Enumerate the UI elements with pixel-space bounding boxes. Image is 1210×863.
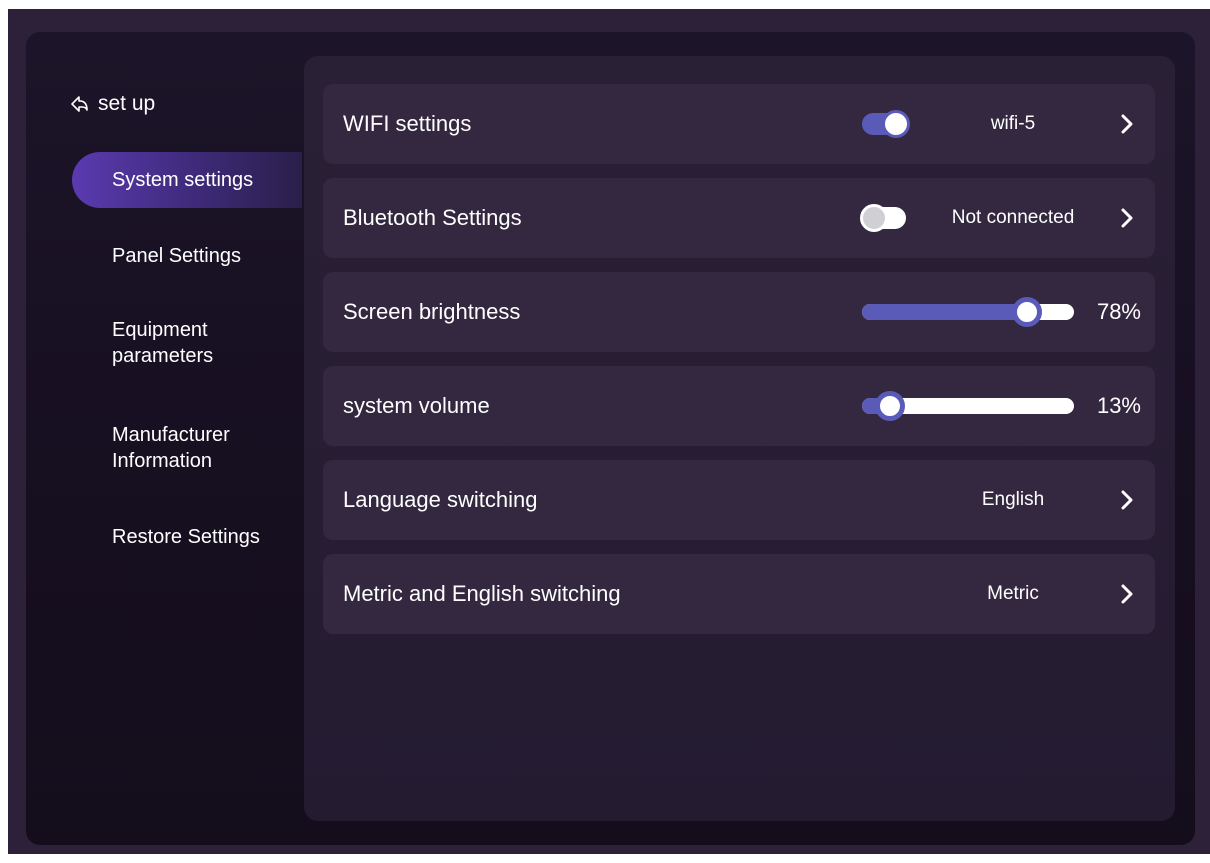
sidebar-item-panel-settings[interactable]: Panel Settings xyxy=(26,243,306,273)
volume-percent: 13% xyxy=(1096,393,1141,418)
sidebar-item-restore-settings[interactable]: Restore Settings xyxy=(26,524,306,554)
bluetooth-settings-row[interactable]: Bluetooth Settings Not connected xyxy=(323,178,1155,258)
unit-value: Metric xyxy=(987,583,1039,604)
chevron-right-icon[interactable] xyxy=(1117,488,1137,512)
sidebar-item-label: Equipment parameters xyxy=(112,319,214,367)
screen-brightness-row: Screen brightness 78% xyxy=(323,272,1155,352)
bluetooth-toggle[interactable] xyxy=(860,204,906,232)
wifi-network-value: wifi-5 xyxy=(990,113,1036,134)
language-switching-label: Language switching xyxy=(343,487,538,512)
unit-switching-label: Metric and English switching xyxy=(343,581,621,606)
back-label: set up xyxy=(98,92,156,115)
brightness-percent: 78% xyxy=(1096,299,1141,324)
slider-fill xyxy=(862,304,1028,320)
language-switching-row[interactable]: Language switching English xyxy=(323,460,1155,540)
volume-slider[interactable] xyxy=(862,391,1074,421)
system-volume-label: system volume xyxy=(343,393,490,418)
language-value: English xyxy=(981,489,1045,510)
device-screen: set up System settings Panel Settings Eq… xyxy=(26,32,1195,845)
toggle-knob xyxy=(882,110,910,138)
brightness-slider[interactable] xyxy=(862,297,1074,327)
slider-thumb[interactable] xyxy=(1012,297,1043,327)
sidebar-item-system-settings[interactable]: System settings xyxy=(72,152,302,208)
back-arrow-icon xyxy=(71,96,88,112)
unit-switching-row[interactable]: Metric and English switching Metric xyxy=(323,554,1155,634)
system-volume-row: system volume 13% xyxy=(323,366,1155,446)
bluetooth-status-value: Not connected xyxy=(951,207,1075,228)
toggle-knob xyxy=(860,204,888,232)
sidebar: set up System settings Panel Settings Eq… xyxy=(26,32,306,845)
slider-thumb[interactable] xyxy=(874,391,905,421)
sidebar-item-label: Manufacturer Information xyxy=(112,424,230,472)
back-button[interactable]: set up xyxy=(70,92,155,116)
wifi-settings-row[interactable]: WIFI settings wifi-5 xyxy=(323,84,1155,164)
sidebar-item-equipment-parameters[interactable]: Equipment parameters xyxy=(26,317,306,373)
wifi-settings-label: WIFI settings xyxy=(343,111,472,136)
bluetooth-settings-label: Bluetooth Settings xyxy=(343,205,522,230)
chevron-right-icon[interactable] xyxy=(1117,206,1137,230)
wifi-toggle[interactable] xyxy=(862,110,910,138)
settings-panel: WIFI settings wifi-5 Bluetooth Settings … xyxy=(304,56,1175,821)
chevron-right-icon[interactable] xyxy=(1117,112,1137,136)
chevron-right-icon[interactable] xyxy=(1117,582,1137,606)
sidebar-item-label: Restore Settings xyxy=(112,526,260,548)
sidebar-item-manufacturer-information[interactable]: Manufacturer Information xyxy=(26,422,306,478)
sidebar-item-label: System settings xyxy=(112,169,254,191)
screen-brightness-label: Screen brightness xyxy=(343,299,521,324)
sidebar-item-label: Panel Settings xyxy=(112,245,241,267)
